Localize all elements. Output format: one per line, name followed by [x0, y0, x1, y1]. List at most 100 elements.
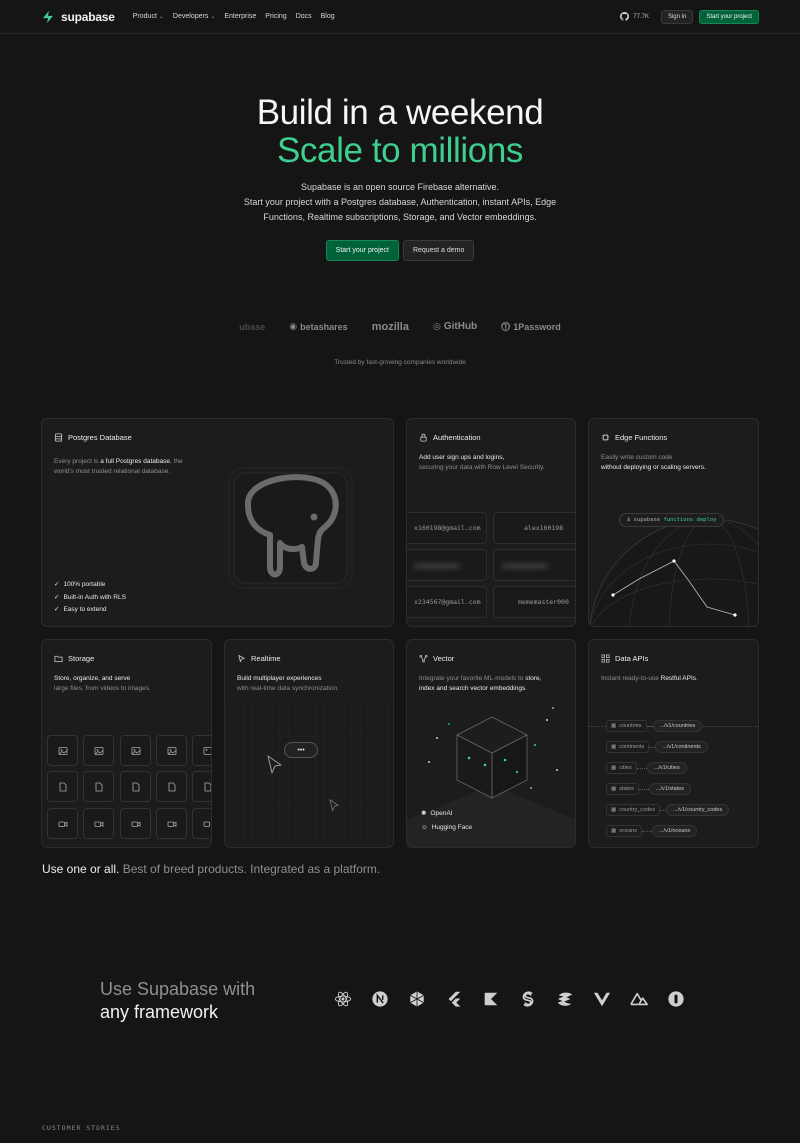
start-project-button[interactable]: Start your project [325, 240, 399, 261]
storage-title: Storage [68, 654, 95, 663]
dotted-line [636, 767, 647, 769]
flutter-icon[interactable] [445, 990, 463, 1008]
desc-line: large files, from videos to images. [54, 685, 151, 692]
table-name: cities [619, 765, 632, 771]
document-file-icon [120, 771, 151, 802]
customer-logo-1password: ⓵ 1Password [501, 320, 561, 333]
sign-in-button[interactable]: Sign in [660, 9, 694, 24]
table-pill: ▦ states [606, 783, 639, 795]
desc-part: relational database. [113, 468, 171, 475]
authentication-card[interactable]: Authentication Add user sign ups and log… [406, 418, 576, 627]
nav-blog[interactable]: Blog [321, 13, 335, 20]
table-pill: ▦ continents [606, 741, 650, 753]
edge-functions-card[interactable]: Edge Functions Easily write custom code … [588, 418, 759, 627]
desc-highlight: a full Postgres [100, 458, 142, 465]
table-pill: ▦ country_codes [606, 804, 660, 816]
start-project-nav-button[interactable]: Start your project [699, 9, 759, 24]
image-file-icon [192, 735, 211, 766]
api-endpoint: .../v1/cities [646, 762, 687, 774]
api-row: ▦ countries .../v1/countries [606, 719, 703, 733]
api-row: ▦ country_codes .../v1/country_codes [606, 803, 730, 817]
postgres-card[interactable]: Postgres Database Every project is a ful… [41, 418, 394, 627]
cmd-prefix: $ supabase [627, 517, 661, 523]
api-endpoint: .../v1/continents [655, 741, 708, 753]
cursor-icon [329, 799, 339, 812]
table-icon: ▦ [611, 786, 617, 792]
hero-title-line2: Scale to millions [276, 131, 524, 170]
desc-highlight: Restful APIs [660, 675, 697, 682]
card-title: Authentication [419, 433, 481, 442]
document-file-icon [83, 771, 114, 802]
framework-icons [334, 990, 685, 1008]
desc-highlight: index and search vector embeddings [419, 685, 526, 692]
vue-icon[interactable] [593, 990, 611, 1008]
data-apis-card[interactable]: Data APIs Instant ready-to-use Restful A… [588, 639, 759, 848]
auth-username-cell: alex160198 [493, 512, 575, 544]
nav-docs[interactable]: Docs [296, 13, 312, 20]
document-file-icon [156, 771, 187, 802]
refine-icon[interactable] [667, 990, 685, 1008]
api-endpoint: .../v1/states [648, 783, 692, 795]
api-row: ▦ oceans .../v1/oceans [606, 824, 698, 838]
postgres-elephant-icon [228, 467, 353, 589]
customer-stories-label: CUSTOMER STORIES [42, 1124, 121, 1132]
card-title: Realtime [237, 654, 281, 663]
hero-subtitle: Supabase is an open source Firebase alte… [0, 180, 800, 225]
desc-line: Add user sign ups and logins, [419, 454, 505, 461]
nav-enterprise[interactable]: Enterprise [224, 13, 256, 20]
github-stars-count: 77.7K [633, 13, 649, 20]
nav-developers[interactable]: Developers ⌄ [173, 13, 215, 20]
customer-logos: ubase ◉ betashares mozilla ◎ GitHub ⓵ 1Pass… [0, 320, 800, 333]
folder-icon [54, 655, 63, 663]
auth-title: Authentication [433, 433, 481, 442]
feature-label: Built-in Auth with RLS [63, 593, 126, 601]
hero-buttons: Start your project Request a demo [0, 240, 800, 261]
solidjs-icon[interactable] [556, 990, 574, 1008]
document-file-icon [47, 771, 78, 802]
edge-title: Edge Functions [615, 433, 668, 442]
nav-product[interactable]: Product ⌄ [133, 13, 164, 20]
apis-desc: Instant ready-to-use Restful APIs. [601, 674, 758, 684]
realtime-card[interactable]: Realtime Build multiplayer experiences w… [224, 639, 394, 848]
table-pill: ▦ countries [606, 720, 647, 732]
table-name: country_codes [619, 807, 655, 813]
redwood-icon[interactable] [408, 990, 426, 1008]
trusted-caption: Trusted by fast-growing companies worldw… [334, 359, 466, 366]
typing-bubble: ••• [284, 742, 318, 758]
chevron-down-icon: ⌄ [158, 14, 164, 20]
vector-card[interactable]: Vector Integrate your favorite ML-models… [406, 639, 576, 848]
table-name: countries [619, 723, 642, 729]
provider-label: Hugging Face [431, 824, 473, 831]
kotlin-icon[interactable] [482, 990, 500, 1008]
nextjs-icon[interactable] [371, 990, 389, 1008]
table-icon: ▦ [611, 723, 617, 729]
betashares-icon: ◉ [289, 321, 298, 331]
card-title: Storage [54, 654, 94, 663]
storage-desc: Store, organize, and serve large files, … [54, 674, 211, 694]
image-file-icon [120, 735, 151, 766]
request-demo-button[interactable]: Request a demo [402, 240, 475, 261]
github-stars-link[interactable]: 77.7K [620, 12, 649, 21]
api-row: ▦ continents .../v1/continents [606, 740, 708, 754]
storage-card[interactable]: Storage Store, organize, and serve large… [41, 639, 212, 848]
chevron-down-icon: ⌄ [210, 14, 216, 20]
frameworks-title-line2: any framework [100, 1002, 219, 1022]
nav-pricing[interactable]: Pricing [265, 13, 286, 20]
supabase-logo[interactable]: supabase [41, 10, 115, 24]
deploy-command: $ supabase functions deploy [619, 513, 725, 527]
auth-blurred-cell: ▬▬▬▬▬▬▬ [493, 549, 575, 581]
provider-hugging-face: ☺ Hugging Face [421, 824, 472, 831]
svelte-icon[interactable] [519, 990, 537, 1008]
check-icon: ✓ [54, 594, 60, 601]
table-icon: ▦ [611, 828, 617, 834]
provider-openai: ✺ OpenAI [421, 809, 453, 818]
check-icon: ✓ [54, 606, 60, 613]
table-name: oceans [619, 828, 637, 834]
customer-logo-github: ◎ GitHub [433, 321, 477, 332]
react-icon[interactable] [334, 990, 352, 1008]
feature-label: 100% portable [63, 580, 106, 588]
card-title: Data APIs [601, 654, 648, 663]
apis-title: Data APIs [615, 654, 649, 663]
nuxt-icon[interactable] [630, 990, 648, 1008]
video-file-icon [156, 808, 187, 839]
